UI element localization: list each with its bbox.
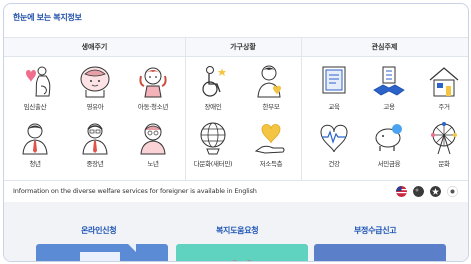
category-label: 저소득층 [259, 160, 283, 168]
category-label: 임신출산 [23, 103, 47, 111]
category-elderly[interactable]: 노년 [125, 121, 181, 176]
category-youth[interactable]: 청년 [7, 121, 63, 176]
foreigner-info-bar: Information on the diverse welfare servi… [4, 180, 468, 202]
house-icon [429, 67, 459, 97]
book-icon [322, 66, 346, 94]
category-health[interactable]: 건강 [306, 121, 362, 176]
heart-icon [232, 260, 252, 261]
welfare-help-request-link[interactable]: 복지도움요청 [216, 225, 259, 236]
category-label: 아동·청소년 [137, 103, 169, 111]
header-interest: 관심주제 [301, 37, 468, 57]
child-youth-icon [139, 67, 167, 98]
fraud-report-link[interactable]: 부정수급신고 [354, 225, 397, 236]
elderly-icon [140, 123, 166, 155]
category-employment[interactable]: 고용 [361, 64, 417, 119]
infant-icon [80, 66, 110, 98]
pregnancy-icon [26, 66, 51, 97]
header-life-cycle: 생애주기 [4, 37, 185, 57]
middle-aged-icon [82, 123, 108, 155]
category-label: 고용 [383, 103, 395, 111]
foreigner-info-text: Information on the diverse welfare servi… [13, 187, 257, 195]
category-education[interactable]: 교육 [306, 64, 362, 119]
us-flag-icon[interactable] [396, 186, 407, 197]
category-label: 노년 [147, 160, 159, 168]
young-adult-icon [22, 123, 48, 155]
globe-icon [200, 122, 226, 155]
category-label: 중장년 [86, 160, 104, 168]
category-housing[interactable]: 주거 [416, 64, 468, 119]
category-culture[interactable]: 문화 [416, 121, 468, 176]
category-label: 다문화(새터민) [193, 160, 233, 168]
language-flag-icon[interactable] [413, 186, 424, 197]
heart-hand-icon [254, 124, 285, 154]
category-child-youth[interactable]: 아동·청소년 [125, 64, 181, 119]
category-label: 영유아 [86, 103, 104, 111]
category-label: 서민금융 [377, 160, 401, 168]
wheelchair-icon [202, 66, 226, 97]
panel-title: 한눈에 보는 복지정보 [13, 13, 82, 22]
language-flag-icon[interactable] [430, 186, 441, 197]
category-pregnancy[interactable]: 임신출산 [7, 64, 63, 119]
category-disabled[interactable]: 장애인 [185, 64, 241, 119]
category-infant[interactable]: 영유아 [67, 64, 123, 119]
header-household: 가구상황 [185, 37, 301, 57]
fraud-report-thumbnail[interactable] [314, 244, 446, 261]
online-application-link[interactable]: 온라인신청 [81, 225, 117, 236]
heartbeat-icon [320, 124, 348, 153]
category-middle-aged[interactable]: 중장년 [67, 121, 123, 176]
category-single-parent[interactable]: 한부모 [243, 64, 299, 119]
online-application-thumbnail[interactable] [36, 244, 168, 261]
category-label: 한부모 [262, 103, 280, 111]
category-label: 문화 [438, 160, 450, 168]
category-label: 장애인 [204, 103, 222, 111]
category-label: 주거 [438, 103, 450, 111]
piggy-bank-icon [375, 124, 402, 151]
category-label: 청년 [29, 160, 41, 168]
column-divider [301, 37, 302, 181]
category-label: 건강 [328, 160, 340, 168]
language-flag-icon[interactable] [447, 186, 458, 197]
document-icon [80, 244, 136, 261]
handshake-icon [373, 66, 405, 96]
category-low-income[interactable]: 저소득층 [243, 121, 299, 176]
category-finance[interactable]: 서민금융 [361, 121, 417, 176]
welfare-help-thumbnail[interactable] [176, 244, 308, 261]
single-parent-icon [257, 65, 281, 98]
category-label: 교육 [328, 103, 340, 111]
ferris-wheel-icon [431, 122, 457, 155]
category-multicultural[interactable]: 다문화(새터민) [185, 121, 241, 176]
welfare-info-panel: 한눈에 보는 복지정보 생애주기 가구상황 관심주제 임신출산 영유아 아동·청… [3, 3, 469, 262]
